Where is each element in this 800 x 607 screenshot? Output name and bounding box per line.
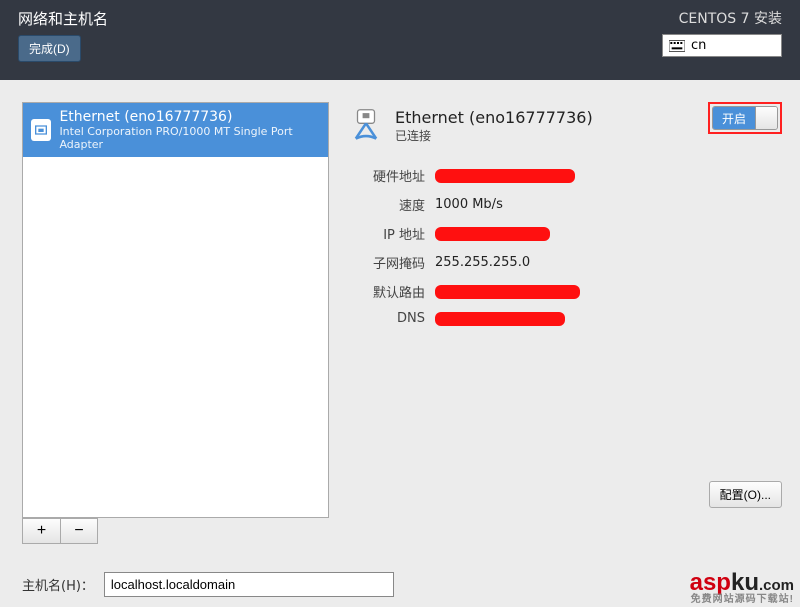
device-item-ethernet[interactable]: Ethernet (eno16777736) Intel Corporation… bbox=[23, 103, 328, 157]
watermark-asp: asp bbox=[690, 569, 731, 596]
ethernet-icon bbox=[349, 108, 383, 142]
row-ip: IP 地址 bbox=[349, 224, 778, 243]
row-gateway: 默认路由 bbox=[349, 282, 778, 301]
watermark-ku: ku bbox=[731, 569, 759, 596]
page-title: 网络和主机名 bbox=[18, 8, 108, 29]
value-mask: 255.255.255.0 bbox=[435, 255, 530, 270]
done-button[interactable]: 完成(D) bbox=[18, 35, 81, 62]
hostname-row: 主机名(H)： bbox=[22, 572, 778, 597]
label-mask: 子网掩码 bbox=[349, 253, 425, 272]
watermark: aspku.com 免费网站源码下载站! bbox=[690, 571, 794, 605]
os-label: CENTOS 7 安装 bbox=[662, 8, 782, 28]
value-dns-redacted bbox=[435, 312, 565, 326]
toggle-highlight: 开启 bbox=[708, 102, 782, 134]
device-name-label: Ethernet (eno16777736) bbox=[59, 109, 320, 125]
row-dns: DNS bbox=[349, 311, 778, 326]
ethernet-port-icon bbox=[31, 119, 51, 141]
toggle-on-label: 开启 bbox=[713, 107, 755, 129]
value-speed: 1000 Mb/s bbox=[435, 197, 503, 212]
row-mask: 子网掩码 255.255.255.0 bbox=[349, 253, 778, 272]
header-right: CENTOS 7 安装 cn bbox=[662, 8, 782, 72]
label-mac: 硬件地址 bbox=[349, 166, 425, 185]
keyboard-layout-selector[interactable]: cn bbox=[662, 34, 782, 57]
add-remove-row: + − bbox=[22, 518, 329, 544]
header-bar: 网络和主机名 完成(D) CENTOS 7 安装 cn bbox=[0, 0, 800, 80]
header-left: 网络和主机名 完成(D) bbox=[18, 8, 108, 72]
toggle-knob bbox=[755, 107, 777, 129]
keyboard-icon bbox=[669, 40, 685, 52]
label-gateway: 默认路由 bbox=[349, 282, 425, 301]
connection-status: 已连接 bbox=[395, 127, 593, 144]
configure-button[interactable]: 配置(O)... bbox=[709, 481, 782, 508]
detail-panel: Ethernet (eno16777736) 已连接 开启 硬件地址 速度 10… bbox=[349, 102, 778, 544]
device-list[interactable]: Ethernet (eno16777736) Intel Corporation… bbox=[22, 102, 329, 518]
add-device-button[interactable]: + bbox=[22, 518, 60, 544]
remove-device-button[interactable]: − bbox=[60, 518, 98, 544]
value-mac-redacted bbox=[435, 169, 575, 183]
label-ip: IP 地址 bbox=[349, 224, 425, 243]
hostname-input[interactable] bbox=[104, 572, 394, 597]
label-dns: DNS bbox=[349, 311, 425, 326]
keyboard-layout-label: cn bbox=[691, 38, 706, 53]
value-gateway-redacted bbox=[435, 285, 580, 299]
row-mac: 硬件地址 bbox=[349, 166, 778, 185]
watermark-sub: 免费网站源码下载站! bbox=[690, 595, 794, 605]
watermark-dotcom: .com bbox=[759, 577, 794, 594]
connection-toggle[interactable]: 开启 bbox=[712, 106, 778, 130]
info-rows: 硬件地址 速度 1000 Mb/s IP 地址 子网掩码 255.255.255… bbox=[349, 166, 778, 326]
device-panel: Ethernet (eno16777736) Intel Corporation… bbox=[22, 102, 329, 544]
label-speed: 速度 bbox=[349, 195, 425, 214]
value-ip-redacted bbox=[435, 227, 550, 241]
content-row: Ethernet (eno16777736) Intel Corporation… bbox=[22, 102, 778, 544]
connection-title-block: Ethernet (eno16777736) 已连接 bbox=[395, 108, 593, 144]
main-area: Ethernet (eno16777736) Intel Corporation… bbox=[0, 80, 800, 607]
device-texts: Ethernet (eno16777736) Intel Corporation… bbox=[59, 109, 320, 151]
connection-title: Ethernet (eno16777736) bbox=[395, 108, 593, 127]
row-speed: 速度 1000 Mb/s bbox=[349, 195, 778, 214]
device-sub-label: Intel Corporation PRO/1000 MT Single Por… bbox=[59, 125, 320, 151]
hostname-label: 主机名(H)： bbox=[22, 575, 94, 594]
